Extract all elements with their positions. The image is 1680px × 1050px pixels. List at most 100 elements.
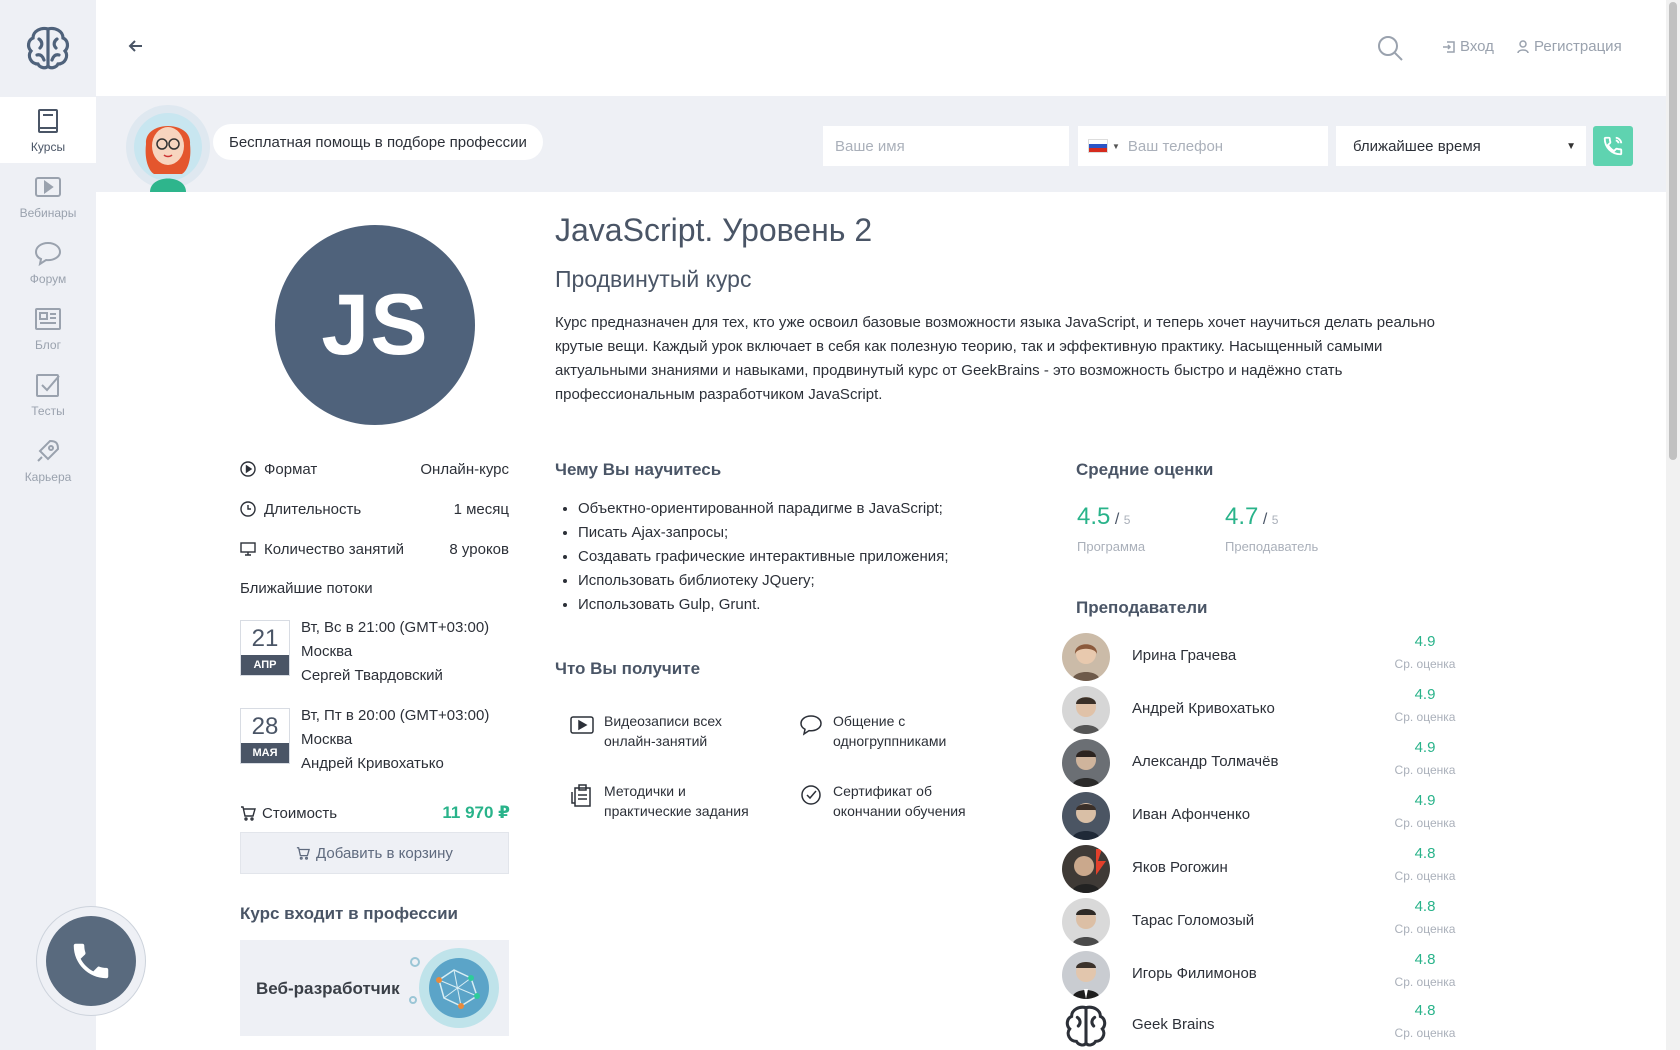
teacher-score: 4.8	[1414, 898, 1436, 915]
teacher-row[interactable]: Ирина Грачева 4.9 Ср. оценка	[1062, 633, 1482, 681]
profession-section-title: Курс входит в профессии	[240, 904, 459, 923]
learn-list: Объектно-ориентированной парадигме в Jav…	[578, 497, 948, 617]
date-day: 28	[251, 713, 279, 740]
check-circle-icon	[801, 785, 821, 805]
benefit-text: практические задания	[604, 803, 749, 819]
rating-value: 4.7	[1225, 503, 1259, 530]
benefit-text: одногруппниками	[833, 733, 947, 749]
teacher-name: Ирина Грачева	[1132, 647, 1237, 664]
time-select-value: ближайшее время	[1353, 137, 1481, 155]
teacher-score-label: Ср. оценка	[1394, 869, 1456, 883]
video-icon	[570, 716, 594, 734]
teacher-score-label: Ср. оценка	[1394, 816, 1456, 830]
add-to-cart-button[interactable]: Добавить в корзину	[240, 832, 509, 874]
teacher-score: 4.9	[1414, 792, 1436, 809]
price-row: Стоимость 11 970 ₽	[240, 803, 510, 823]
rating-label: Программа	[1077, 539, 1146, 554]
speech-bubble-icon	[800, 715, 822, 736]
date-day: 21	[251, 625, 279, 652]
avatar	[1062, 898, 1110, 946]
list-item: Использовать библиотеку JQuery;	[578, 569, 948, 593]
teacher-score-label: Ср. оценка	[1394, 710, 1456, 724]
date-badge: 28 МАЯ	[240, 708, 290, 764]
benefit-text: Методички и	[604, 783, 686, 799]
benefit-text: онлайн-занятий	[604, 733, 708, 749]
sidebar-item-courses[interactable]: Курсы	[0, 97, 96, 163]
brain-logo-icon[interactable]	[0, 0, 96, 96]
callback-button[interactable]	[1593, 126, 1633, 166]
scrollbar-thumb[interactable]	[1669, 2, 1677, 460]
callback-fab-button[interactable]	[36, 906, 146, 1016]
rating-max: 5	[1271, 513, 1279, 527]
callback-time-select[interactable]: ближайшее время ▼	[1336, 126, 1586, 166]
teacher-name: Андрей Кривохатько	[1132, 700, 1275, 717]
stream-schedule: Вт, Вс в 21:00 (GMT+03:00)	[301, 619, 490, 636]
stream-item[interactable]: 28 МАЯ Вт, Пт в 20:00 (GMT+03:00) Москва…	[240, 704, 510, 774]
format-row: Формат Онлайн-курс	[240, 459, 509, 479]
caret-down-icon: ▼	[1566, 140, 1576, 152]
network-globe-icon	[409, 948, 499, 1028]
teacher-row[interactable]: Александр Толмачёв 4.9 Ср. оценка	[1062, 739, 1482, 787]
consultant-avatar	[116, 102, 216, 192]
lessons-row: Количество занятий 8 уроков	[240, 539, 509, 559]
teacher-row[interactable]: Иван Афонченко 4.9 Ср. оценка	[1062, 792, 1482, 840]
sidebar-item-label: Форум	[29, 271, 67, 286]
benefit-text: Сертификат об	[833, 783, 932, 799]
avatar	[1062, 686, 1110, 734]
teacher-score-label: Ср. оценка	[1394, 763, 1456, 777]
phone-input[interactable]	[1127, 137, 1308, 155]
teacher-score-label: Ср. оценка	[1394, 1026, 1456, 1040]
teacher-row[interactable]: Андрей Кривохатько 4.9 Ср. оценка	[1062, 686, 1482, 734]
sidebar-item-label: Курсы	[30, 139, 66, 154]
benefit-item: Методички и практические задания	[570, 781, 760, 821]
login-label: Вход	[1460, 38, 1494, 55]
teacher-name: Иван Афонченко	[1132, 806, 1251, 823]
duration-value: 1 месяц	[453, 500, 509, 518]
sidebar-item-forum[interactable]: Форум	[0, 229, 96, 295]
rating-max: 5	[1123, 513, 1131, 527]
play-circle-icon	[240, 461, 256, 477]
teacher-row[interactable]: Игорь Филимонов 4.8 Ср. оценка	[1062, 951, 1482, 999]
teacher-name: Geek Brains	[1132, 1016, 1215, 1033]
login-link[interactable]: Вход	[1442, 38, 1494, 55]
avatar	[1062, 633, 1110, 681]
stream-schedule: Вт, Пт в 20:00 (GMT+03:00)	[301, 707, 490, 724]
sidebar-item-tests[interactable]: Тесты	[0, 361, 96, 427]
russia-flag-icon[interactable]	[1088, 139, 1108, 153]
avatar	[1062, 845, 1110, 893]
benefit-item: Общение с одногруппниками	[799, 711, 989, 751]
clipboard-icon	[571, 784, 591, 807]
teacher-name: Александр Толмачёв	[1132, 753, 1279, 770]
date-month: АПР	[241, 655, 289, 675]
clock-icon	[240, 501, 256, 517]
stream-teacher: Андрей Кривохатько	[301, 755, 444, 772]
sidebar-item-webinars[interactable]: Вебинары	[0, 163, 96, 229]
teacher-row[interactable]: Тарас Голомозый 4.8 Ср. оценка	[1062, 898, 1482, 946]
phone-field[interactable]: ▼	[1078, 126, 1328, 166]
name-input[interactable]	[823, 126, 1069, 166]
teacher-row[interactable]: Яков Рогожин 4.8 Ср. оценка	[1062, 845, 1482, 893]
rating-label: Преподаватель	[1225, 539, 1319, 554]
course-subtitle: Продвинутый курс	[555, 266, 752, 292]
list-item: Использовать Gulp, Grunt.	[578, 593, 948, 617]
benefits-section-title: Что Вы получите	[555, 659, 701, 678]
sidebar-item-career[interactable]: Карьера	[0, 427, 96, 493]
page-scrollbar[interactable]	[1666, 0, 1680, 1050]
register-link[interactable]: Регистрация	[1516, 38, 1622, 55]
back-arrow-icon[interactable]	[126, 36, 146, 56]
teacher-score-label: Ср. оценка	[1394, 657, 1456, 671]
course-title: JavaScript. Уровень 2	[555, 212, 873, 248]
profession-name: Веб-разработчик	[256, 979, 400, 998]
help-bubble-text: Бесплатная помощь в подборе профессии	[213, 124, 543, 160]
teacher-score: 4.8	[1414, 951, 1436, 968]
avatar	[1062, 951, 1110, 999]
profession-card[interactable]: Веб-разработчик	[240, 940, 509, 1036]
caret-down-icon[interactable]: ▼	[1112, 142, 1120, 151]
phone-icon	[1603, 136, 1623, 156]
list-item: Создавать графические интерактивные прил…	[578, 545, 948, 569]
sidebar-item-blog[interactable]: Блог	[0, 295, 96, 361]
teacher-row[interactable]: Geek Brains 4.8 Ср. оценка	[1062, 1002, 1482, 1050]
stream-item[interactable]: 21 АПР Вт, Вс в 21:00 (GMT+03:00) Москва…	[240, 616, 510, 686]
search-icon[interactable]	[1376, 34, 1404, 62]
avatar	[1062, 1002, 1110, 1050]
